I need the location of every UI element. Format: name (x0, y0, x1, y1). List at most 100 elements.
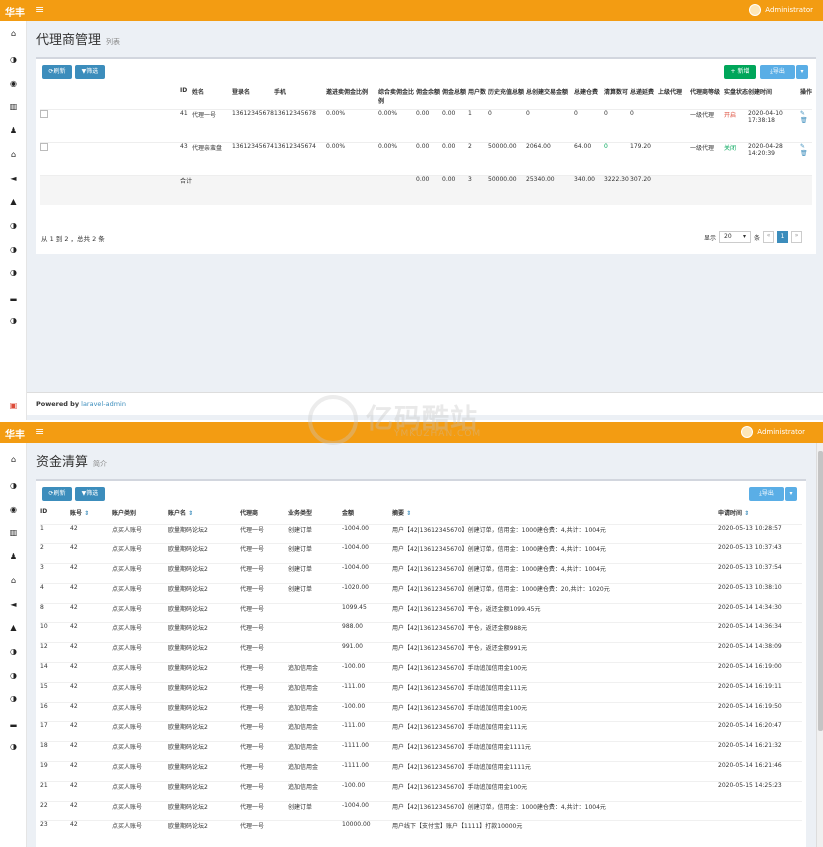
column-header[interactable]: 清算数可 (604, 87, 630, 109)
row-checkbox[interactable] (40, 142, 48, 151)
user-menu-2[interactable]: Administrator (741, 426, 805, 438)
scrollbar-thumb[interactable] (818, 451, 823, 731)
table-cell: 42 (70, 781, 78, 789)
column-header[interactable]: 金额 (342, 508, 392, 524)
scrollbar[interactable] (816, 443, 823, 847)
table-row: 23 42 点买人账号 欧量期码论坛2 代理一号 10000.00 用户线下【支付宝】账户【… (40, 820, 802, 841)
sidebar-item-icon-b3[interactable]: ◑ (0, 647, 27, 656)
column-header[interactable]: 总创建交易金额 (526, 87, 574, 109)
sort-icon[interactable]: ⇕ (742, 510, 749, 517)
export-button[interactable]: ⤓导出 (760, 65, 795, 79)
agent-management-screen: 华丰 ≡ Administrator ⌂ ◑ ◉ ▥ ♟ ⌂ ◄ ▲ ◑ ◑ ◑… (0, 0, 823, 420)
column-header[interactable]: 业务类型 (288, 508, 342, 524)
user-menu[interactable]: Administrator (749, 4, 813, 16)
row-checkbox[interactable] (40, 109, 48, 118)
bank-icon-2[interactable]: ⌂ (0, 576, 27, 585)
sidebar-item-icon-5[interactable]: ◑ (0, 268, 27, 277)
column-header[interactable]: 实盘状态 (724, 87, 748, 109)
sort-icon[interactable]: ⇕ (404, 510, 411, 517)
table-cell (288, 821, 342, 841)
table-cell: 2 (468, 142, 472, 150)
users-icon-2[interactable]: ♟ (0, 552, 27, 561)
prev-page-button[interactable]: « (763, 231, 775, 243)
sidebar-toggle-icon-2[interactable]: ≡ (35, 425, 44, 438)
table-row: 14 42 点买人账号 欧量期码论坛2 代理一号 追加信用金 -100.00 用户【42|13… (40, 662, 802, 683)
next-page-button[interactable]: » (791, 231, 803, 243)
column-header[interactable]: 账户名 ⇕ (168, 508, 240, 524)
column-header[interactable]: 代理商等级 (690, 87, 724, 109)
refresh-button-2[interactable]: ⟳刷新 (42, 487, 72, 501)
column-header[interactable]: 代理商 (240, 508, 288, 524)
column-header[interactable]: 邀进卖佣金比例 (326, 87, 378, 109)
column-header[interactable]: 账户类别 (112, 508, 168, 524)
delete-icon[interactable]: 🗑 (800, 150, 808, 157)
users-icon[interactable]: ♟ (0, 126, 27, 135)
edit-icon[interactable]: ✎ (800, 110, 805, 117)
lock-icon-2[interactable]: ▲ (0, 623, 27, 632)
column-header[interactable]: 综合卖佣金比例 (378, 87, 416, 109)
column-header[interactable]: 姓名 (192, 87, 232, 109)
dashboard-icon[interactable]: ⌂ (0, 29, 27, 38)
column-header[interactable]: 总递延费 (630, 87, 658, 109)
brand-logo-2[interactable]: 华丰 (5, 426, 25, 441)
table-cell: 42 (70, 544, 78, 552)
column-header[interactable]: ID (40, 508, 70, 524)
column-header[interactable]: 手机 (274, 87, 326, 109)
sidebar-item-icon-b2[interactable]: ◉ (0, 505, 27, 514)
bar-chart-icon[interactable]: ▂ (0, 292, 27, 301)
total-spacer (274, 175, 326, 205)
page-size-select[interactable]: 20 ▾ (719, 231, 752, 243)
sidebar-toggle-icon[interactable]: ≡ (35, 3, 44, 16)
column-header[interactable]: 摘要 ⇕ (392, 508, 718, 524)
delete-icon[interactable]: 🗑 (800, 117, 808, 124)
column-header[interactable]: 申请时间 ⇕ (718, 508, 802, 524)
table-cell: 欧量期码论坛2 (168, 724, 208, 732)
lock-icon[interactable]: ▲ (0, 197, 27, 206)
export-dropdown-button[interactable]: ▾ (796, 65, 808, 79)
megaphone-icon[interactable]: ◄ (0, 174, 27, 183)
app-logo-icon: ▣ (9, 401, 18, 410)
chart-icon-2[interactable]: ▥ (0, 528, 27, 537)
chart-icon[interactable]: ▥ (0, 102, 27, 111)
column-header[interactable]: ID (180, 87, 192, 109)
add-button[interactable]: + 新增 (724, 65, 756, 79)
sidebar-item-icon-3[interactable]: ◑ (0, 221, 27, 230)
dashboard-icon-2[interactable]: ⌂ (0, 455, 27, 464)
sidebar-item-icon-4[interactable]: ◑ (0, 245, 27, 254)
sort-icon[interactable]: ⇕ (186, 510, 193, 517)
export-dropdown-button-2[interactable]: ▾ (785, 487, 797, 501)
sidebar-item-icon-6[interactable]: ◑ (0, 316, 27, 325)
column-header[interactable]: 总建仓费 (574, 87, 604, 109)
bank-icon[interactable]: ⌂ (0, 150, 27, 159)
sidebar-item-icon-b4[interactable]: ◑ (0, 671, 27, 680)
sidebar-item-icon-b5[interactable]: ◑ (0, 694, 27, 703)
column-header[interactable]: 用户数 (468, 87, 488, 109)
export-button-2[interactable]: ⤓导出 (749, 487, 784, 501)
sidebar-item-icon-2[interactable]: ◉ (0, 79, 27, 88)
column-header[interactable]: 创建时间 (748, 87, 800, 109)
bar-chart-icon-2[interactable]: ▂ (0, 718, 27, 727)
table-cell: 50000.00 (488, 142, 517, 150)
sidebar-item-icon-b6[interactable]: ◑ (0, 742, 27, 751)
column-header[interactable]: 账号 ⇕ (70, 508, 112, 524)
sidebar-item-icon-b1[interactable]: ◑ (0, 481, 27, 490)
footer-link[interactable]: laravel-admin (81, 400, 126, 408)
table-cell: 创建订单 (288, 566, 313, 574)
column-header[interactable]: 操作 (800, 87, 812, 109)
current-page-button[interactable]: 1 (777, 231, 789, 243)
megaphone-icon-2[interactable]: ◄ (0, 600, 27, 609)
column-header[interactable]: 佣金余额 (416, 87, 442, 109)
column-header[interactable]: 登录名 (232, 87, 274, 109)
sidebar-item-icon-1[interactable]: ◑ (0, 55, 27, 64)
table-cell: 创建订单 (288, 803, 313, 811)
edit-icon[interactable]: ✎ (800, 143, 805, 150)
brand-logo[interactable]: 华丰 (5, 4, 25, 19)
column-header[interactable]: 历史充值总额 (488, 87, 526, 109)
column-header[interactable]: 佣金总额 (442, 87, 468, 109)
column-header[interactable]: 上级代理 (658, 87, 690, 109)
filter-button-2[interactable]: ▼筛选 (75, 487, 105, 501)
refresh-button[interactable]: ⟳刷新 (42, 65, 72, 79)
filter-button[interactable]: ▼筛选 (75, 65, 105, 79)
sort-icon[interactable]: ⇕ (82, 510, 89, 517)
table-cell: 0.00 (416, 109, 430, 117)
